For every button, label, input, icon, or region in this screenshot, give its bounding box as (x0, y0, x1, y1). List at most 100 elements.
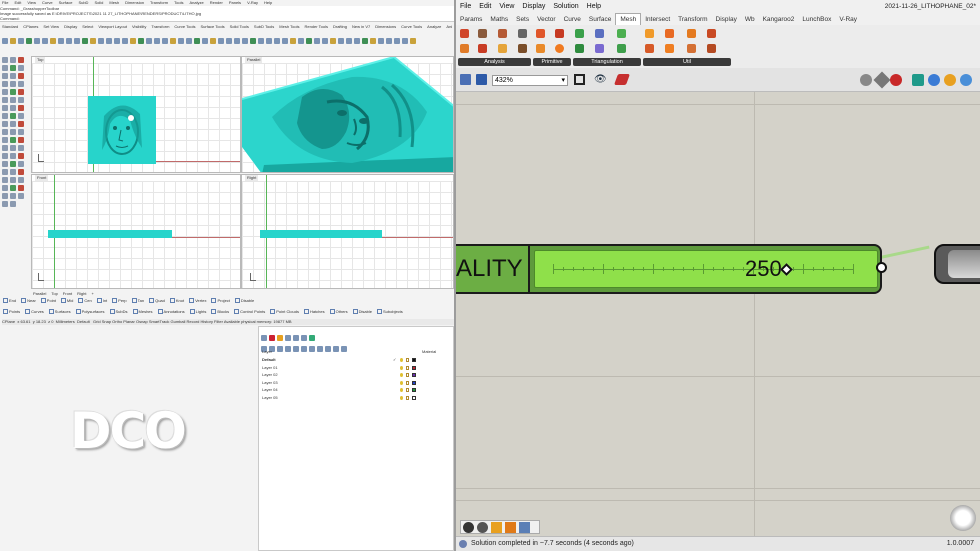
toolbar-icon[interactable] (178, 38, 184, 44)
zoom-extents-icon[interactable] (574, 74, 585, 85)
viewport-tab-4[interactable]: + (91, 291, 93, 296)
tool-icon[interactable] (18, 73, 24, 79)
tool-icon[interactable] (18, 161, 24, 167)
tool-icon[interactable] (2, 153, 8, 159)
lithophane-top-view[interactable] (88, 96, 156, 164)
tool-icon[interactable] (10, 121, 16, 127)
lightbulb-icon[interactable] (400, 365, 403, 370)
toolbar-tab-15[interactable]: New in V7 (352, 24, 370, 29)
gh-menu-solution[interactable]: Solution (553, 0, 578, 13)
filter-option-7[interactable]: Lights (190, 309, 207, 314)
preview-eye-icon[interactable]: 👁 (594, 74, 610, 85)
toolbar-tab-4[interactable]: Select (82, 24, 93, 29)
layer-toolbar[interactable] (261, 339, 451, 352)
tool-icon[interactable] (2, 201, 8, 207)
tool-icon[interactable] (18, 169, 24, 175)
osnap-option-5[interactable]: Int (97, 298, 107, 303)
toolbar-icon[interactable] (98, 38, 104, 44)
toolbar-icon[interactable] (234, 38, 240, 44)
scribble-icon[interactable] (519, 522, 530, 533)
tool-icon[interactable] (18, 193, 24, 199)
sketch-pen-icon[interactable] (613, 74, 631, 85)
current-layer-check-icon[interactable]: ✓ (393, 356, 396, 364)
layer-color-swatch[interactable] (412, 373, 416, 377)
toolbar-tab-11[interactable]: SubD Tools (254, 24, 274, 29)
layer-row[interactable]: Layer 02 (262, 371, 448, 379)
lithophane-right-profile[interactable] (260, 230, 382, 238)
toolbar-tab-3[interactable]: Display (64, 24, 77, 29)
toolbar-icon[interactable] (2, 38, 8, 44)
standard-toolbar[interactable] (2, 31, 452, 44)
rhino-menu-item-8[interactable]: Dimension (125, 0, 144, 5)
osnap-option-2[interactable]: Point (41, 298, 56, 303)
bake-icon[interactable] (477, 522, 488, 533)
gh-component-tabs[interactable]: Params Maths Sets Vector Curve Surface Mesh Int… (456, 13, 980, 25)
tool-icon[interactable] (10, 105, 16, 111)
tool-icon[interactable] (2, 177, 8, 183)
osnap-option-8[interactable]: Quad (149, 298, 165, 303)
toolbar-tab-7[interactable]: Transform (151, 24, 169, 29)
lock-icon[interactable] (406, 380, 409, 385)
wire-mode-icon[interactable] (873, 71, 891, 89)
gh-menu-view[interactable]: View (499, 0, 514, 13)
toolbar-icon[interactable] (274, 38, 280, 44)
osnap-option-4[interactable]: Cen (78, 298, 91, 303)
lightbulb-icon[interactable] (400, 373, 403, 377)
rhino-menu-item-5[interactable]: SubD (78, 0, 88, 5)
canvas-widget-bar[interactable] (460, 520, 540, 534)
filter-option-5[interactable]: Meshes (133, 309, 153, 314)
rhino-menu-item-7[interactable]: Mesh (109, 0, 119, 5)
toolbar-icon[interactable] (322, 38, 328, 44)
tool-icon[interactable] (2, 97, 8, 103)
tool-icon[interactable] (18, 121, 24, 127)
toolbar-icon[interactable] (338, 38, 344, 44)
viewport-tab-1[interactable]: Top (51, 291, 57, 296)
rhino-menu-item-10[interactable]: Tools (174, 0, 183, 5)
filter-option-8[interactable]: Blocks (211, 309, 229, 314)
layer-color-swatch[interactable] (412, 388, 416, 392)
output-grip[interactable] (876, 262, 887, 273)
selected-preview-icon[interactable] (928, 74, 940, 86)
toolbar-icon[interactable] (354, 38, 360, 44)
osnap-bar[interactable]: End Near Point Mid Cen Int Perp Tan Quad Knot Vert… (3, 298, 453, 304)
toolbar-icon[interactable] (106, 38, 112, 44)
viewport-tab-0[interactable]: Parallel (33, 291, 46, 296)
rhino-menu-item-3[interactable]: Curve (42, 0, 53, 5)
group-util[interactable]: Util (643, 27, 731, 66)
tool-icon[interactable] (10, 153, 16, 159)
toolbar-tab-8[interactable]: Curve Tools (174, 24, 195, 29)
tool-icon[interactable] (18, 177, 24, 183)
toolbar-icon[interactable] (242, 38, 248, 44)
toolbar-tab-0[interactable]: Standard (2, 24, 18, 29)
group-icon[interactable] (505, 522, 516, 533)
tool-icon[interactable] (10, 65, 16, 71)
tool-icon[interactable] (18, 57, 24, 63)
save-icon[interactable] (476, 74, 487, 85)
tool-icon[interactable] (18, 153, 24, 159)
open-file-icon[interactable] (460, 74, 471, 85)
tool-icon[interactable] (2, 161, 8, 167)
toolbar-icon[interactable] (378, 38, 384, 44)
layer-color-swatch[interactable] (412, 365, 416, 370)
toolbar-tab-18[interactable]: Analyze (427, 24, 441, 29)
tool-icon[interactable] (18, 89, 24, 95)
gh-tab-mesh[interactable]: Mesh (615, 13, 642, 25)
tool-icon[interactable] (10, 161, 16, 167)
zoom-dropdown[interactable]: 432% ▾ (492, 75, 568, 86)
toolbar-tab-1[interactable]: CPlanes (23, 24, 38, 29)
lightbulb-icon[interactable] (400, 388, 403, 392)
tool-icon[interactable] (2, 193, 8, 199)
toolbar-tab-16[interactable]: Dimensions (375, 24, 396, 29)
tool-icon[interactable] (18, 97, 24, 103)
toolbar-icon[interactable] (298, 38, 304, 44)
toolbar-tab-13[interactable]: Render Tools (304, 24, 328, 29)
toolbar-icon[interactable] (170, 38, 176, 44)
viewport-perspective[interactable]: Parallel (241, 56, 454, 173)
tool-icon[interactable] (18, 65, 24, 71)
osnap-option-6[interactable]: Perp (112, 298, 126, 303)
rhino-menu-item-9[interactable]: Transform (150, 0, 168, 5)
tool-icon[interactable] (10, 185, 16, 191)
filter-option-2[interactable]: Surfaces (49, 309, 71, 314)
filter-option-4[interactable]: SubDs (110, 309, 128, 314)
viewport-tab-3[interactable]: Right (77, 291, 86, 296)
